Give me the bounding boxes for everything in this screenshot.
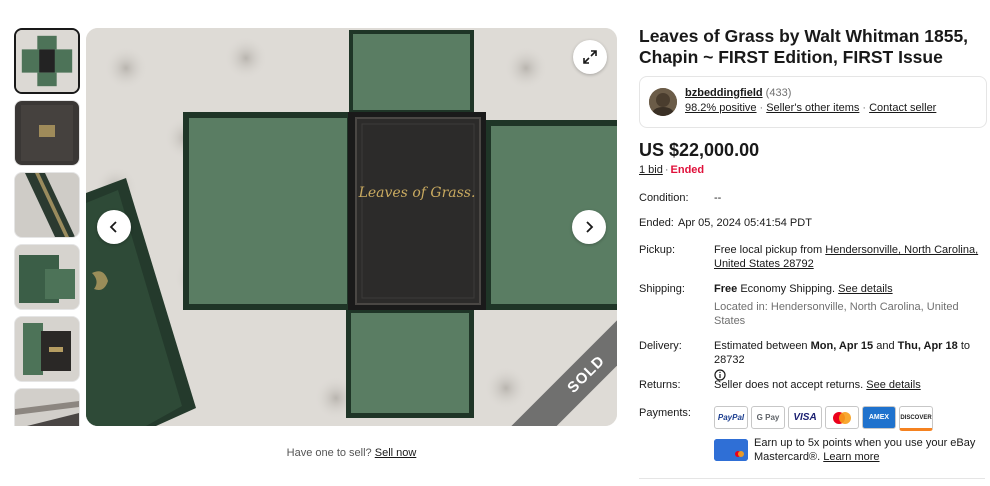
thumbnail-1[interactable] [14, 28, 80, 94]
chevron-right-icon [586, 221, 594, 233]
credit-card-icon [714, 439, 748, 461]
bid-status-row: 1 bid · Ended [639, 164, 704, 176]
thumbnail-2[interactable] [14, 100, 80, 166]
seller-positive-link[interactable]: 98.2% positive [685, 102, 757, 114]
google-pay-badge: G Pay [751, 406, 785, 429]
separator-dot: · [862, 102, 867, 114]
thumbnail-3-image [15, 173, 79, 237]
ebay-mastercard-icon [714, 439, 748, 461]
ended-value: Apr 05, 2024 05:41:54 PDT [678, 217, 812, 229]
expand-icon [583, 50, 597, 64]
pickup-value: Free local pickup from Hendersonville, N… [714, 243, 984, 271]
next-image-button[interactable] [572, 210, 606, 244]
located-in: Located in: Hendersonville, North Caroli… [714, 301, 959, 327]
mastercard-icon [833, 411, 851, 424]
delivery-and: and [876, 340, 895, 352]
divider [639, 478, 985, 479]
pickup-prefix: Free local pickup from [714, 244, 823, 256]
thumbnail-2-image [15, 101, 79, 165]
book-title-text: Leaves of Grass. [358, 185, 476, 201]
seller-feedback-count: (433) [765, 87, 792, 99]
amex-badge: AMEX [862, 406, 896, 429]
payments-row: Payments: PayPal G Pay VISA AMEX DISCOVE… [639, 406, 990, 431]
discover-badge: DISCOVER [899, 406, 933, 431]
seller-avatar[interactable] [649, 88, 677, 116]
thumbnail-4[interactable] [14, 244, 80, 310]
listing-title: Leaves of Grass by Walt Whitman 1855, Ch… [639, 26, 969, 67]
chevron-left-icon [109, 221, 117, 233]
shipping-free: Free [714, 283, 738, 295]
main-listing-image[interactable]: Leaves of Grass. [86, 28, 617, 426]
paypal-badge: PayPal [714, 406, 748, 429]
returns-see-details-link[interactable]: See details [866, 379, 920, 391]
thumbnail-3[interactable] [14, 172, 80, 238]
delivery-prefix: Estimated between [714, 340, 808, 352]
delivery-start: Mon, Apr 15 [810, 340, 874, 352]
returns-value: Seller does not accept returns. See deta… [714, 378, 984, 392]
thumbnail-5[interactable] [14, 316, 80, 382]
learn-more-link[interactable]: Learn more [823, 451, 879, 463]
thumbnail-4-image [15, 245, 79, 309]
pickup-label: Pickup: [639, 244, 676, 256]
contact-seller-link[interactable]: Contact seller [869, 102, 936, 114]
thumbnail-6[interactable] [14, 388, 80, 426]
payments-label: Payments: [639, 407, 691, 419]
seller-card: bzbeddingfield (433) 98.2% positive · Sell… [639, 76, 987, 128]
thumbnail-strip [14, 28, 81, 426]
bid-count-link[interactable]: 1 bid [639, 164, 663, 176]
seller-other-items-link[interactable]: Seller's other items [766, 102, 859, 114]
price: US $22,000.00 [639, 140, 760, 160]
ended-status: Ended [670, 164, 705, 176]
payment-methods: PayPal G Pay VISA AMEX DISCOVER [714, 406, 933, 431]
thumbnail-6-image [15, 389, 79, 426]
separator-dot: · [759, 102, 764, 114]
delivery-end: Thu, Apr 18 [897, 340, 958, 352]
shipping-value: Free Economy Shipping. See details Locate… [714, 282, 984, 328]
returns-label: Returns: [639, 379, 681, 391]
separator-dot: · [664, 164, 669, 176]
delivery-label: Delivery: [639, 340, 682, 352]
mastercard-badge [825, 406, 859, 429]
visa-badge: VISA [788, 406, 822, 429]
sell-prompt-row: Have one to sell? Sell now [86, 447, 617, 459]
seller-name-row: bzbeddingfield (433) [685, 87, 791, 99]
shipping-label: Shipping: [639, 283, 685, 295]
ebay-card-promo: Earn up to 5x points when you use your e… [754, 436, 984, 464]
shipping-see-details-link[interactable]: See details [838, 283, 892, 295]
sell-prompt-text: Have one to sell? [286, 447, 372, 459]
expand-button[interactable] [573, 40, 607, 74]
sell-now-link[interactable]: Sell now [375, 447, 417, 459]
thumbnail-5-image [15, 317, 79, 381]
condition-value: -- [714, 192, 722, 204]
condition-label: Condition: [639, 192, 689, 204]
thumbnail-1-image [16, 30, 78, 92]
returns-text: Seller does not accept returns. [714, 379, 864, 391]
avatar-image [649, 88, 677, 116]
seller-name-link[interactable]: bzbeddingfield [685, 87, 763, 99]
book-photo: Leaves of Grass. [86, 28, 617, 426]
seller-links-row: 98.2% positive · Seller's other items · Cont… [685, 102, 936, 114]
previous-image-button[interactable] [97, 210, 131, 244]
shipping-method: Economy Shipping. [740, 283, 836, 295]
